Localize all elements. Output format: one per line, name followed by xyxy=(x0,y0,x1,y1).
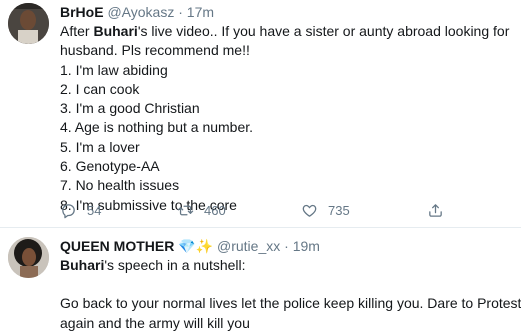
reply-button[interactable]: 54 xyxy=(60,202,101,219)
share-icon xyxy=(429,204,442,217)
share-button[interactable] xyxy=(427,202,454,219)
text-line: husband. Pls recommend me!! xyxy=(60,42,250,59)
tweet-header: QUEEN MOTHER 💎✨ @rutie_xx · 19m xyxy=(60,237,513,256)
highlight-word: Buhari xyxy=(93,23,138,39)
list-item: 7. No health issues xyxy=(60,177,180,194)
reply-icon xyxy=(62,204,75,219)
separator: · xyxy=(178,4,183,20)
list-item: 2. I can cook xyxy=(60,80,140,97)
list-item: 5. I'm a lover xyxy=(60,138,140,155)
text-line: again and the army will kill you xyxy=(60,314,250,331)
like-count: 735 xyxy=(328,203,350,218)
display-name[interactable]: BrHoE xyxy=(60,4,104,20)
tweet-actions: 54 460 735 xyxy=(60,202,460,220)
separator: · xyxy=(284,238,289,254)
badge-emojis: 💎✨ xyxy=(178,238,214,254)
like-icon xyxy=(302,204,317,217)
retweet-count: 460 xyxy=(204,203,226,218)
timestamp[interactable]: 17m xyxy=(187,4,214,20)
text-segment: 's live video.. If you have a sister or … xyxy=(137,23,510,39)
tweet-header: BrHoE @Ayokasz · 17m xyxy=(60,3,513,22)
tweet[interactable]: QUEEN MOTHER 💎✨ @rutie_xx · 19m Buhari's… xyxy=(0,228,521,331)
highlight-word: Buhari xyxy=(60,257,105,273)
list-item: 4. Age is nothing but a number. xyxy=(60,119,254,136)
timestamp[interactable]: 19m xyxy=(293,238,320,254)
tweet[interactable]: BrHoE @Ayokasz · 17m After Buhari's live… xyxy=(0,0,521,228)
retweet-icon xyxy=(177,205,194,216)
display-name[interactable]: QUEEN MOTHER xyxy=(60,238,174,254)
retweet-button[interactable]: 460 xyxy=(177,202,226,219)
handle[interactable]: @rutie_xx xyxy=(217,238,280,254)
tweet-text: After Buhari's live video.. If you have … xyxy=(60,22,513,215)
handle[interactable]: @Ayokasz xyxy=(107,4,174,20)
like-button[interactable]: 735 xyxy=(301,202,350,219)
reply-count: 54 xyxy=(87,203,102,218)
text-segment: After xyxy=(60,23,94,39)
list-item: 1. I'm law abiding xyxy=(60,61,168,78)
list-item: 6. Genotype-AA xyxy=(60,158,160,175)
tweet-text: Buhari's speech in a nutshell: Go back t… xyxy=(60,256,521,333)
list-item: 3. I'm a good Christian xyxy=(60,100,200,117)
text-line: Go back to your normal lives let the pol… xyxy=(60,295,521,312)
avatar[interactable] xyxy=(8,3,49,44)
text-segment: 's speech in a nutshell: xyxy=(104,257,246,273)
avatar[interactable] xyxy=(8,237,49,278)
